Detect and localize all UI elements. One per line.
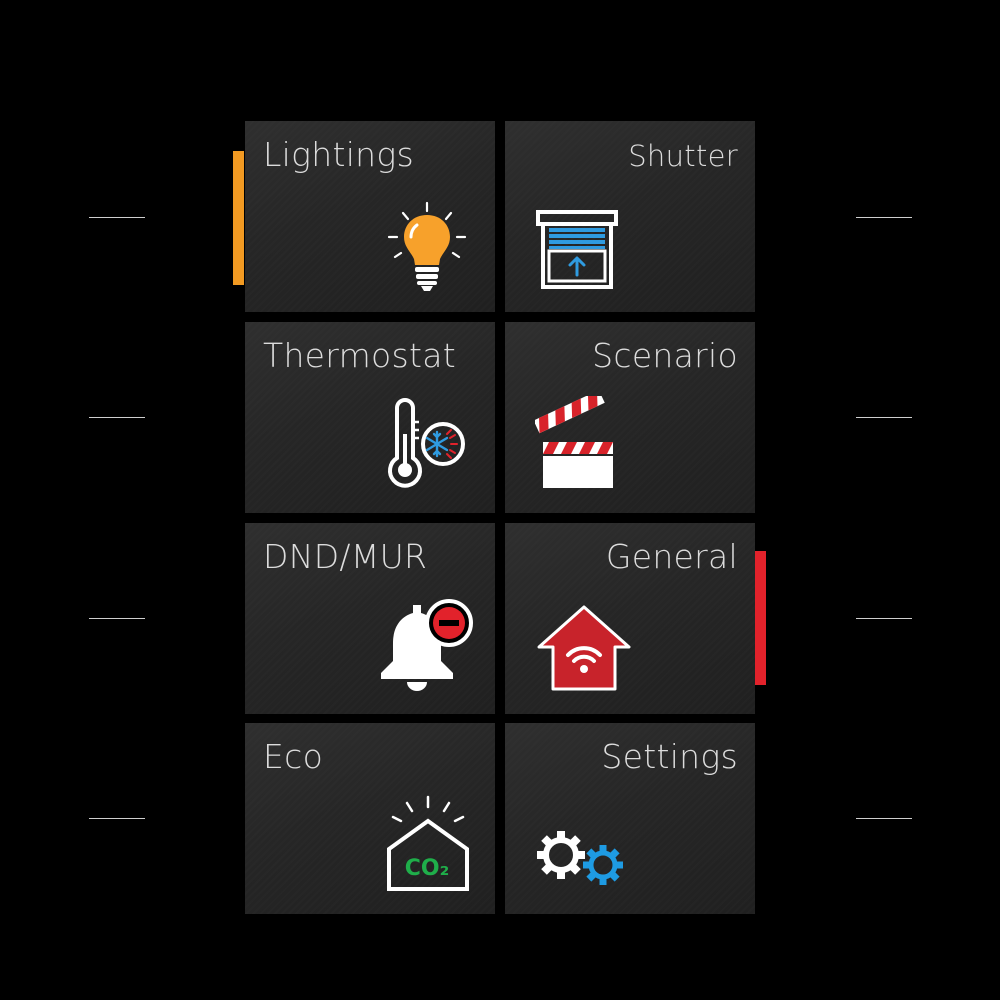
tile-scenario[interactable]: Scenario [505,322,755,513]
tile-label-eco: Eco [263,737,324,776]
left-indicator-line-4 [89,818,145,819]
tile-settings[interactable]: Settings [505,723,755,914]
co2-text: CO₂ [405,856,449,881]
light-bulb-icon [387,201,467,291]
left-indicator-line-1 [89,217,145,218]
right-indicator-line-4 [856,818,912,819]
tile-label-scenario: Scenario [592,336,738,375]
house-co2-icon: CO₂ [387,795,469,891]
tile-label-shutter: Shutter [628,139,738,173]
bell-dnd-icon [381,599,473,691]
control-panel: Lightings Shutter Thermostat Scenario DN… [245,121,755,914]
left-indicator-line-3 [89,618,145,619]
active-indicator-left [233,151,244,285]
right-indicator-line-3 [856,618,912,619]
tile-eco[interactable]: Eco CO₂ [245,723,495,914]
right-indicator-line-1 [856,217,912,218]
right-indicator-line-2 [856,417,912,418]
tile-label-dnd-mur: DND/MUR [263,537,428,576]
tile-label-general: General [605,537,738,576]
tile-lightings[interactable]: Lightings [245,121,495,312]
clapperboard-icon [535,396,613,488]
tile-thermostat[interactable]: Thermostat [245,322,495,513]
thermostat-icon [388,398,465,488]
left-indicator-line-2 [89,417,145,418]
shutter-icon [536,210,618,289]
gears-icon [537,831,623,885]
home-wifi-icon [537,605,631,691]
tile-label-settings: Settings [601,737,738,776]
tile-label-thermostat: Thermostat [263,336,456,375]
tile-label-lightings: Lightings [263,135,414,174]
active-indicator-right [755,551,766,685]
tile-shutter[interactable]: Shutter [505,121,755,312]
tile-general[interactable]: General [505,523,755,714]
tile-dnd-mur[interactable]: DND/MUR [245,523,495,714]
